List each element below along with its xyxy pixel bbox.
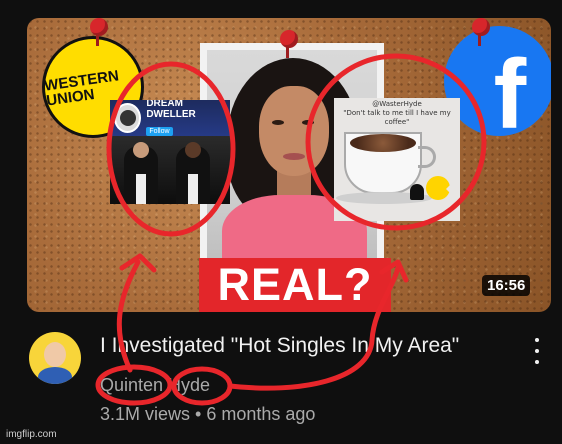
upload-age: 6 months ago <box>206 404 316 424</box>
more-options-icon[interactable] <box>532 338 542 364</box>
pushpin-icon <box>280 30 298 58</box>
video-meta: 3.1M views • 6 months ago <box>100 404 315 425</box>
coffee-quote: "Don't talk to me till I have my coffee" <box>343 108 451 126</box>
profile-avatar <box>114 103 142 133</box>
coffee-caption: @WasterHyde "Don't talk to me till I hav… <box>338 100 456 126</box>
video-thumbnail[interactable]: WESTERN UNION f REAL? <box>27 18 551 312</box>
view-count: 3.1M views <box>100 404 191 424</box>
video-title[interactable]: I Investigated "Hot Singles In My Area" <box>100 334 459 358</box>
movie-scene-image <box>110 136 230 204</box>
meta-separator: • <box>195 404 202 424</box>
channel-avatar[interactable] <box>29 332 81 384</box>
pushpin-icon <box>472 18 490 46</box>
ghost-icon <box>410 184 424 200</box>
dream-dweller-title: DREAM DWELLER <box>146 100 196 120</box>
follow-badge: Follow <box>146 127 173 136</box>
pushpin-icon <box>90 18 108 46</box>
channel-name[interactable]: Quinten Hyde <box>100 375 210 396</box>
facebook-logo: f <box>444 26 551 136</box>
real-banner-text: REAL? <box>217 259 373 310</box>
duration-badge: 16:56 <box>482 275 531 296</box>
imgflip-watermark: imgflip.com <box>6 429 57 440</box>
real-banner: REAL? <box>199 258 391 312</box>
dream-dweller-overlay: DREAM DWELLER Follow <box>110 100 230 204</box>
pacman-icon <box>426 176 452 200</box>
coffee-handle: @WasterHyde <box>372 100 422 108</box>
coffee-overlay: @WasterHyde "Don't talk to me till I hav… <box>334 98 460 221</box>
facebook-glyph: f <box>493 38 527 136</box>
